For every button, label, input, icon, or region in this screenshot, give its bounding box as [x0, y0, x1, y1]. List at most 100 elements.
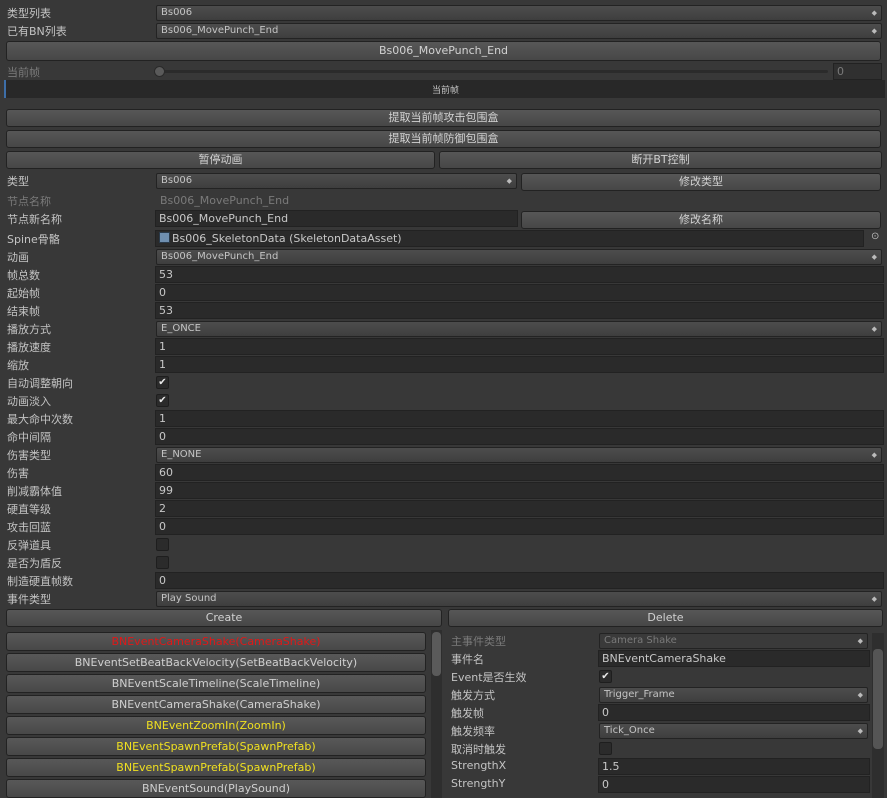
end-frame-label: 结束帧: [7, 305, 40, 318]
play-speed-input[interactable]: 1: [155, 338, 884, 355]
object-picker-icon[interactable]: ⊙: [871, 231, 879, 242]
stiff-level-label: 硬直等级: [7, 503, 51, 516]
auto-face-row: 自动调整朝向 ✔: [0, 373, 887, 391]
dropdown-arrows-icon: ◆: [871, 253, 877, 261]
trigger-freq-label: 触发频率: [451, 725, 495, 738]
trigger-frame-row: 触发帧 0: [0, 703, 887, 721]
strength-x-label: StrengthX: [451, 759, 507, 772]
cancel-trigger-checkbox[interactable]: [599, 742, 612, 755]
main-type-row: 主事件类型 Camera Shake ◆: [0, 631, 887, 649]
fade-row: 动画淡入 ✔: [0, 391, 887, 409]
damage-type-value: E_NONE: [161, 449, 202, 460]
reduce-hegemony-input[interactable]: 99: [155, 482, 884, 499]
damage-label: 伤害: [7, 467, 29, 480]
damage-row: 伤害 60: [0, 463, 887, 481]
animation-row: 动画 Bs006_MovePunch_End ◆: [0, 247, 887, 265]
hit-interval-input[interactable]: 0: [155, 428, 884, 445]
scale-row: 缩放 1: [0, 355, 887, 373]
event-type-label: 事件类型: [7, 593, 51, 606]
bn-list-label: 已有BN列表: [7, 25, 67, 38]
damage-type-dropdown[interactable]: E_NONE ◆: [156, 447, 882, 463]
main-type-value: Camera Shake: [604, 635, 677, 646]
fade-checkbox[interactable]: ✔: [156, 394, 169, 407]
extract-defense-box-button[interactable]: 提取当前帧防御包围盒: [6, 130, 881, 148]
dropdown-arrows-icon: ◆: [857, 691, 863, 699]
total-frames-label: 帧总数: [7, 269, 40, 282]
spine-object-field[interactable]: Bs006_SkeletonData (SkeletonDataAsset): [155, 230, 864, 247]
bn-list-value: Bs006_MovePunch_End: [161, 25, 279, 36]
trigger-frame-label: 触发帧: [451, 707, 484, 720]
checkmark-icon: ✔: [158, 395, 167, 406]
pause-animation-button[interactable]: 暂停动画: [6, 151, 435, 169]
make-stiff-input[interactable]: 0: [155, 572, 884, 589]
disconnect-bt-button[interactable]: 断开BT控制: [439, 151, 882, 169]
start-frame-label: 起始帧: [7, 287, 40, 300]
strength-y-input[interactable]: 0: [598, 776, 870, 793]
event-name-input[interactable]: BNEventCameraShake: [598, 650, 870, 667]
dropdown-arrows-icon: ◆: [871, 27, 877, 35]
dropdown-arrows-icon: ◆: [871, 325, 877, 333]
delete-event-button[interactable]: Delete: [448, 609, 883, 627]
max-hits-row: 最大命中次数 1: [0, 409, 887, 427]
modify-type-button[interactable]: 修改类型: [521, 173, 881, 191]
extract-attack-box-button[interactable]: 提取当前帧攻击包围盒: [6, 109, 881, 127]
auto-face-checkbox[interactable]: ✔: [156, 376, 169, 389]
node-name-row: 节点名称 Bs006_MovePunch_End: [0, 191, 887, 209]
end-frame-input[interactable]: 53: [155, 302, 884, 319]
trigger-freq-row: 触发频率 Tick_Once ◆: [0, 721, 887, 739]
hit-interval-row: 命中间隔 0: [0, 427, 887, 445]
modify-name-button[interactable]: 修改名称: [521, 211, 881, 229]
event-type-dropdown[interactable]: Play Sound ◆: [156, 591, 882, 607]
current-frame-field[interactable]: 0: [833, 63, 882, 80]
damage-input[interactable]: 60: [155, 464, 884, 481]
checkmark-icon: ✔: [158, 377, 167, 388]
attack-mana-label: 攻击回蓝: [7, 521, 51, 534]
fade-label: 动画淡入: [7, 395, 51, 408]
create-event-button[interactable]: Create: [6, 609, 442, 627]
bounce-prop-checkbox[interactable]: [156, 538, 169, 551]
play-mode-dropdown[interactable]: E_ONCE ◆: [156, 321, 882, 337]
trigger-mode-value: Trigger_Frame: [604, 689, 675, 700]
event-type-row: 事件类型 Play Sound ◆: [0, 589, 887, 607]
max-hits-input[interactable]: 1: [155, 410, 884, 427]
trigger-mode-dropdown[interactable]: Trigger_Frame ◆: [599, 687, 868, 703]
animation-dropdown[interactable]: Bs006_MovePunch_End ◆: [156, 249, 882, 265]
total-frames-input[interactable]: 53: [155, 266, 884, 283]
node-name-field: Bs006_MovePunch_End: [160, 194, 290, 207]
reduce-hegemony-row: 削减霸体值 99: [0, 481, 887, 499]
scale-label: 缩放: [7, 359, 29, 372]
frame-slider-thumb[interactable]: [154, 66, 165, 77]
total-frames-row: 帧总数 53: [0, 265, 887, 283]
strength-x-input[interactable]: 1.5: [598, 758, 870, 775]
dropdown-arrows-icon: ◆: [871, 595, 877, 603]
attack-mana-input[interactable]: 0: [155, 518, 884, 535]
node-new-name-input[interactable]: Bs006_MovePunch_End: [155, 210, 518, 227]
trigger-freq-value: Tick_Once: [604, 725, 655, 736]
type-list-dropdown[interactable]: Bs006 ◆: [156, 5, 882, 21]
event-type-value: Play Sound: [161, 593, 217, 604]
trigger-freq-dropdown[interactable]: Tick_Once ◆: [599, 723, 868, 739]
trigger-frame-input[interactable]: 0: [598, 704, 870, 721]
damage-type-label: 伤害类型: [7, 449, 51, 462]
type-dropdown[interactable]: Bs006 ◆: [156, 173, 517, 189]
event-name-label: 事件名: [451, 653, 484, 666]
type-list-value: Bs006: [161, 7, 193, 18]
bn-title-button[interactable]: Bs006_MovePunch_End: [6, 41, 881, 61]
main-type-dropdown: Camera Shake ◆: [599, 633, 868, 649]
node-new-name-row: 节点新名称 Bs006_MovePunch_End 修改名称: [0, 209, 887, 229]
play-speed-row: 播放速度 1: [0, 337, 887, 355]
start-frame-row: 起始帧 0: [0, 283, 887, 301]
max-hits-label: 最大命中次数: [7, 413, 73, 426]
event-active-row: Event是否生效 ✔: [0, 667, 887, 685]
dropdown-arrows-icon: ◆: [857, 727, 863, 735]
start-frame-input[interactable]: 0: [155, 284, 884, 301]
bn-list-dropdown[interactable]: Bs006_MovePunch_End ◆: [156, 23, 882, 39]
scale-input[interactable]: 1: [155, 356, 884, 373]
event-active-checkbox[interactable]: ✔: [599, 670, 612, 683]
bounce-prop-label: 反弹道具: [7, 539, 51, 552]
current-frame-label: 当前帧: [7, 66, 40, 79]
stiff-level-input[interactable]: 2: [155, 500, 884, 517]
frame-slider-track[interactable]: [160, 70, 828, 73]
timeline-bar[interactable]: 当前帧: [4, 80, 885, 98]
shield-reflect-checkbox[interactable]: [156, 556, 169, 569]
